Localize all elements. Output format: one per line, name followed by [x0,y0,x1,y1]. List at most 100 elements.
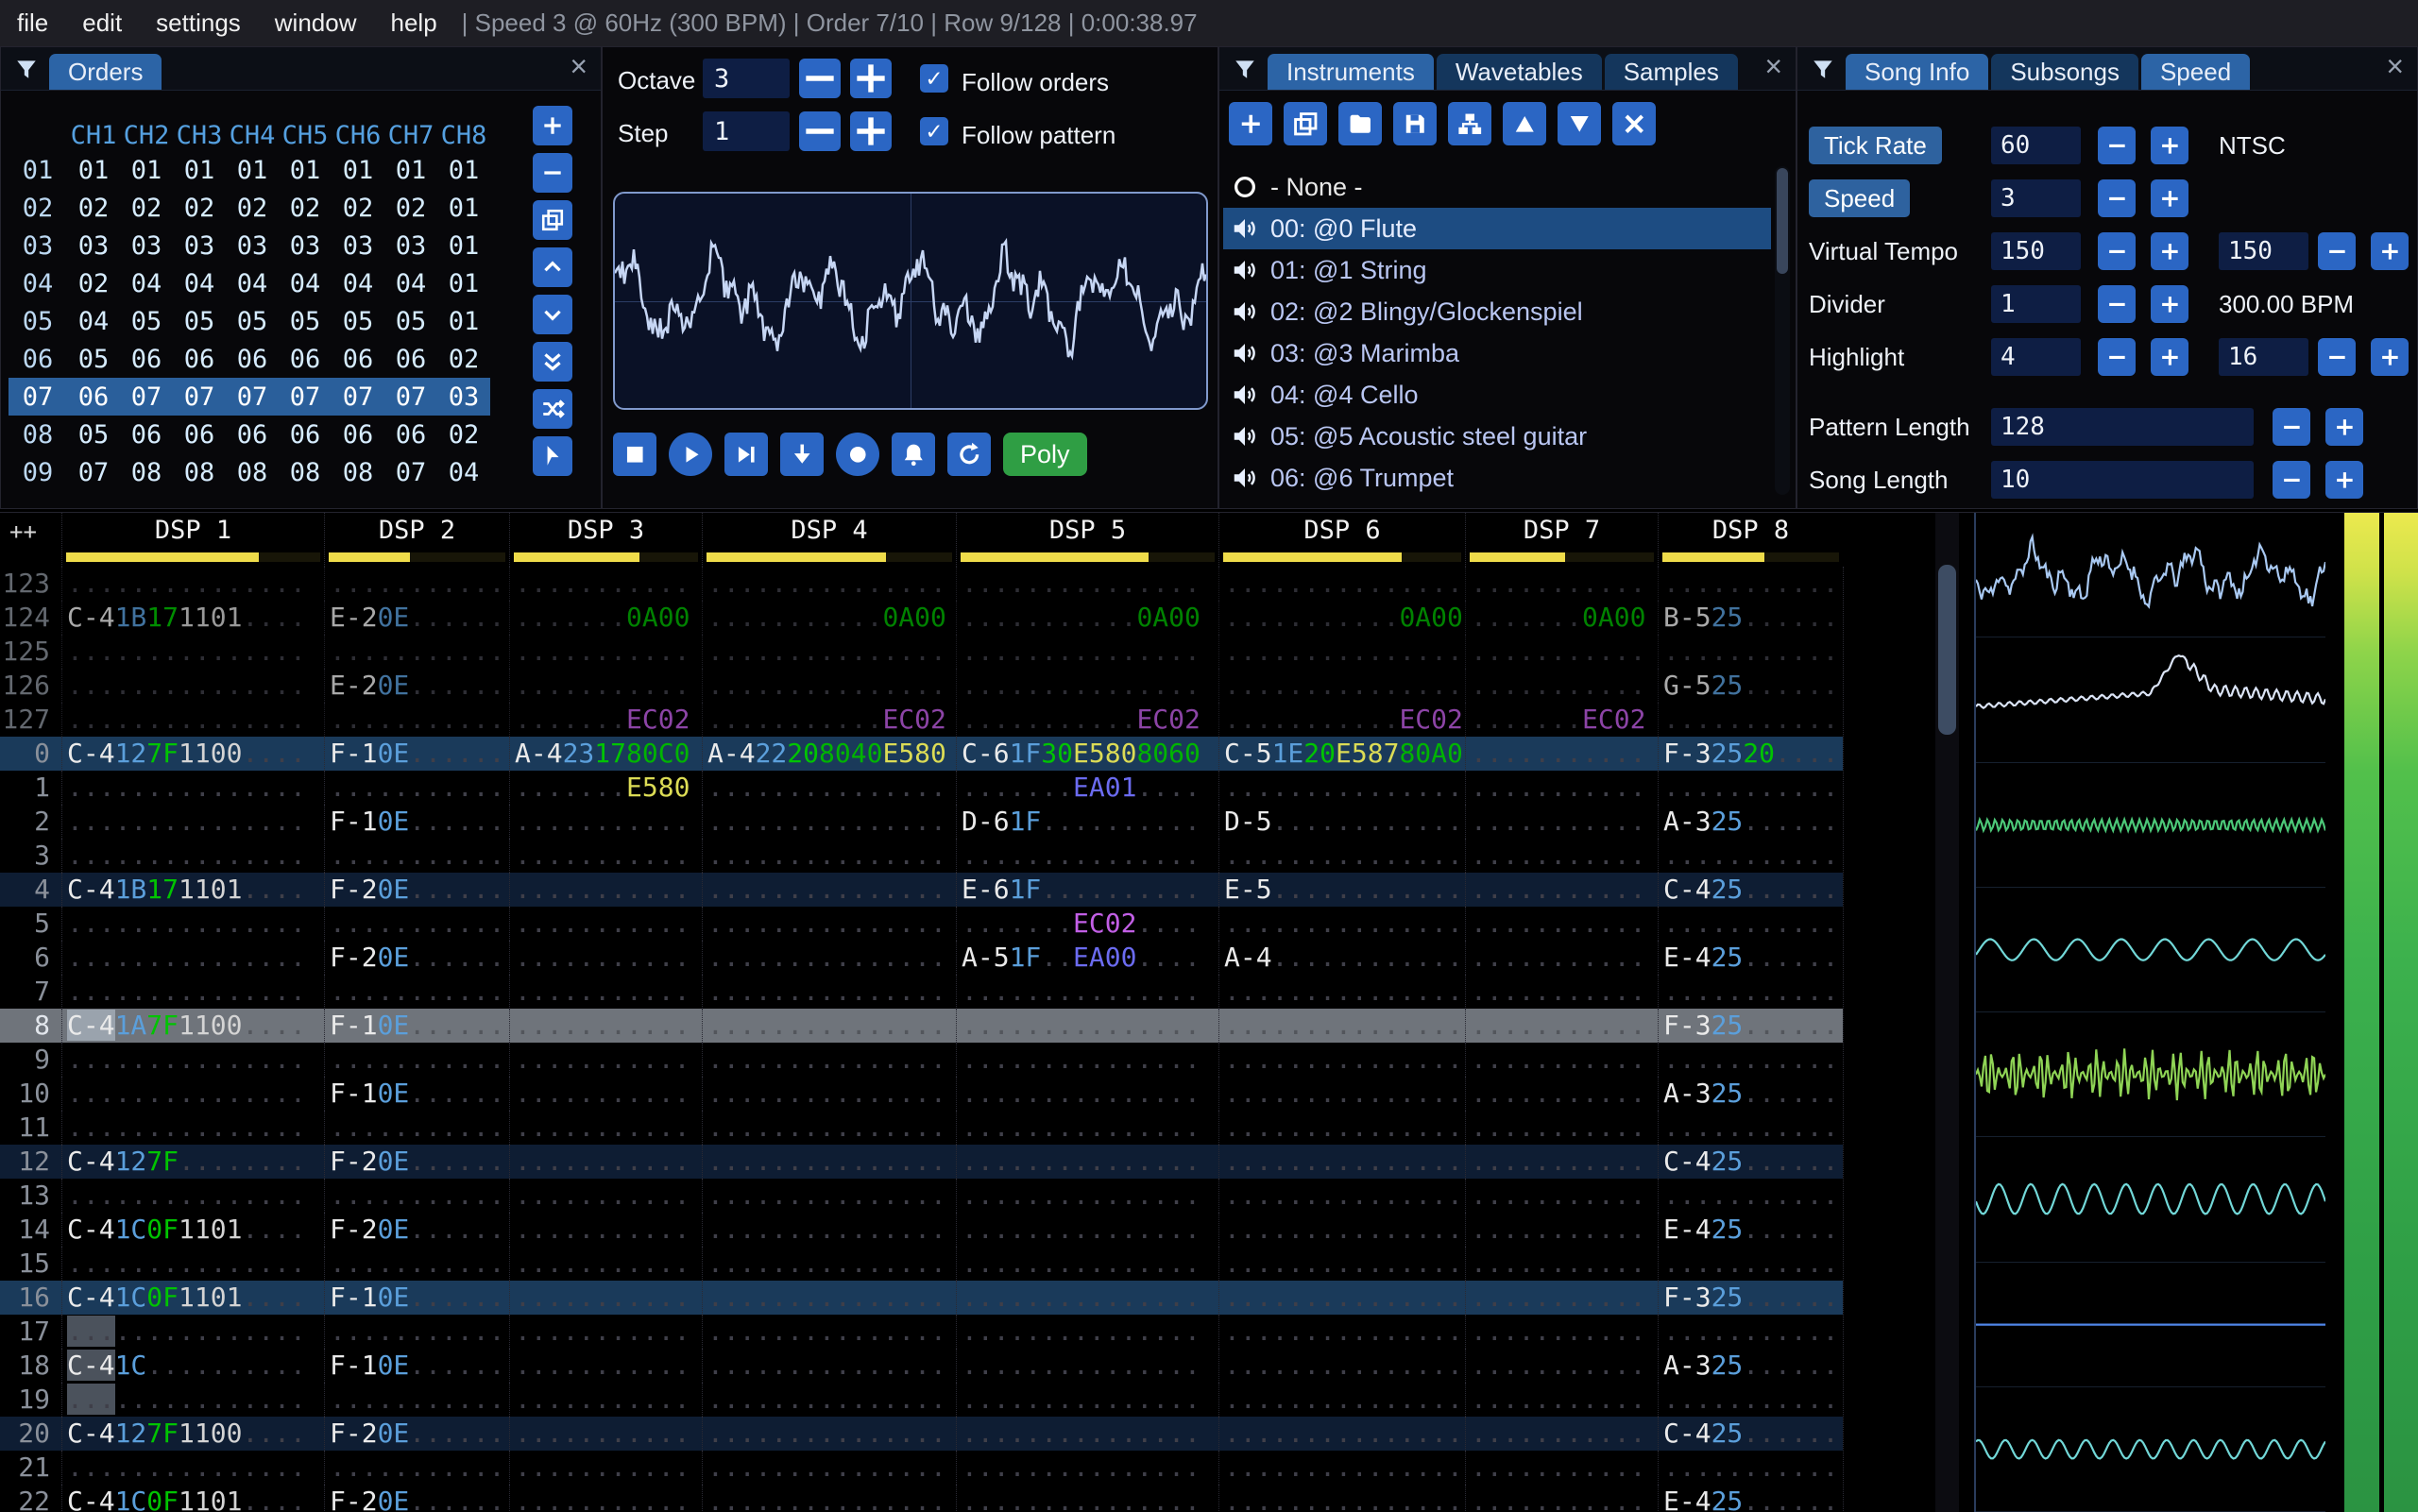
pattern-cell[interactable]: ............... [956,567,1218,601]
pattern-cell[interactable]: ............... [702,567,956,601]
row-number[interactable]: 12 [0,1145,61,1179]
row-number[interactable]: 9 [0,1043,61,1077]
orders-cell[interactable]: 01 [120,151,173,189]
pattern-cell[interactable]: D-61F.......... [956,805,1218,839]
row-number[interactable]: 16 [0,1281,61,1315]
pattern-cell[interactable]: ........... [509,1349,702,1383]
pattern-expand-button[interactable]: ++ [0,513,61,567]
channel-header[interactable]: DSP 1 [61,513,324,567]
row-number[interactable]: 124 [0,601,61,635]
pattern-cell[interactable]: ........... [509,1179,702,1213]
row-number[interactable]: 123 [0,567,61,601]
pattern-cell[interactable]: ............... [61,805,324,839]
pattern-cell[interactable]: C-51E20E58780A0 [1218,737,1465,771]
pattern-cell[interactable]: ........... [324,907,509,941]
pattern-cell[interactable]: ............... [1218,1213,1465,1247]
channel-header[interactable]: DSP 4 [702,513,956,567]
scrollbar-thumb[interactable] [1777,168,1788,274]
order-randomize-button[interactable] [533,389,572,429]
pattern-cell[interactable]: ............... [1218,907,1465,941]
pattern-cell[interactable]: .......EA01.... [956,771,1218,805]
divider-field[interactable]: 1 [1991,285,2081,323]
pattern-cell[interactable]: ............... [702,1213,956,1247]
pattern-cell[interactable]: ........... [324,771,509,805]
row-number[interactable]: 5 [0,907,61,941]
tab-orders[interactable]: Orders [49,54,162,90]
pattern-cell[interactable]: C-425...... [1658,1145,1843,1179]
pattern-cell[interactable]: ............... [1218,1383,1465,1417]
order-select-mode-button[interactable] [533,436,572,476]
row-number[interactable]: 0 [0,737,61,771]
pattern-cell[interactable]: ........... [324,975,509,1009]
pattern-cell[interactable]: E-20E...... [324,669,509,703]
pattern-cell[interactable]: ........... [1658,907,1843,941]
follow-pattern-checkbox[interactable]: ✓ [920,117,948,145]
pattern-cell[interactable]: A-325...... [1658,1349,1843,1383]
pattern-cell[interactable]: .......EC02.... [956,907,1218,941]
pattern-cell[interactable]: ........... [509,839,702,873]
row-number[interactable]: 21 [0,1451,61,1485]
orders-cell[interactable]: 02 [120,189,173,227]
pattern-cell[interactable]: ............... [1218,1485,1465,1512]
orders-cell[interactable]: 01 [384,151,437,189]
repeat-pattern-button[interactable] [947,433,991,476]
orders-cell[interactable]: 06 [226,340,279,378]
pattern-cell[interactable]: ........... [1465,1485,1658,1512]
pattern-cell[interactable]: ........... [1465,941,1658,975]
instrument-add-button[interactable] [1229,102,1272,145]
pattern-cell[interactable]: F-325...... [1658,1281,1843,1315]
poly-button[interactable]: Poly [1003,433,1087,476]
pattern-cell[interactable]: ............... [956,1111,1218,1145]
pattern-cell[interactable]: ............... [702,1417,956,1451]
pattern-cell[interactable]: A-325...... [1658,805,1843,839]
orders-cell[interactable]: 07 [67,453,120,491]
orders-cell[interactable]: 04 [226,264,279,302]
menu-item-window[interactable]: window [258,8,374,38]
orders-row-number[interactable]: 03 [9,227,67,264]
pattern-cell[interactable]: ............... [61,703,324,737]
pattern-cell[interactable]: C-41C0F1101.... [61,1213,324,1247]
channel-header[interactable]: DSP 8 [1658,513,1843,567]
instrument-move-down-button[interactable] [1558,102,1601,145]
row-number[interactable]: 15 [0,1247,61,1281]
channel-header[interactable]: DSP 7 [1465,513,1658,567]
pattern-cell[interactable]: F-10E...... [324,1349,509,1383]
pattern-cell[interactable]: ............... [702,1077,956,1111]
pattern-cell[interactable]: ........... [1465,1417,1658,1451]
pattern-cell[interactable]: ........... [509,1009,702,1043]
tick-rate-field[interactable]: 60 [1991,127,2081,164]
pattern-cell[interactable]: F-20E...... [324,941,509,975]
pattern-cell[interactable]: ............... [1218,1179,1465,1213]
pattern-cell[interactable]: F-10E...... [324,1077,509,1111]
menu-item-help[interactable]: help [374,8,454,38]
order-move-up-button[interactable] [533,247,572,287]
orders-cell[interactable]: 04 [384,264,437,302]
instrument-item[interactable]: 02: @2 Blingy/Glockenspiel [1223,291,1771,332]
orders-cell[interactable]: 02 [384,189,437,227]
pattern-cell[interactable]: ........... [1465,805,1658,839]
orders-cell[interactable]: 08 [120,453,173,491]
pattern-cell[interactable]: ........... [509,873,702,907]
orders-cell[interactable]: 06 [279,416,332,453]
pattern-cell[interactable]: ........... [1658,567,1843,601]
orders-cell[interactable]: 02 [226,189,279,227]
row-number[interactable]: 7 [0,975,61,1009]
instrument-duplicate-button[interactable] [1284,102,1327,145]
pattern-cell[interactable]: F-32520.... [1658,737,1843,771]
row-number[interactable]: 20 [0,1417,61,1451]
pattern-cell[interactable]: ........... [1465,907,1658,941]
pattern-cell[interactable]: ............... [1218,1043,1465,1077]
stop-button[interactable] [613,433,656,476]
tab-instruments[interactable]: Instruments [1268,54,1434,90]
pattern-cell[interactable]: ............... [956,1145,1218,1179]
pattern-cell[interactable]: ............... [61,669,324,703]
orders-cell[interactable]: 03 [226,227,279,264]
orders-cell[interactable]: 01 [279,151,332,189]
pattern-cell[interactable]: ............... [702,771,956,805]
pattern-cell[interactable]: ........... [1658,1043,1843,1077]
orders-cell[interactable]: 05 [226,302,279,340]
pattern-cell[interactable]: ............... [956,1009,1218,1043]
pattern-cell[interactable]: ........... [1658,1247,1843,1281]
orders-cell[interactable]: 06 [173,416,226,453]
highlight-decrement-button[interactable] [2098,338,2136,376]
